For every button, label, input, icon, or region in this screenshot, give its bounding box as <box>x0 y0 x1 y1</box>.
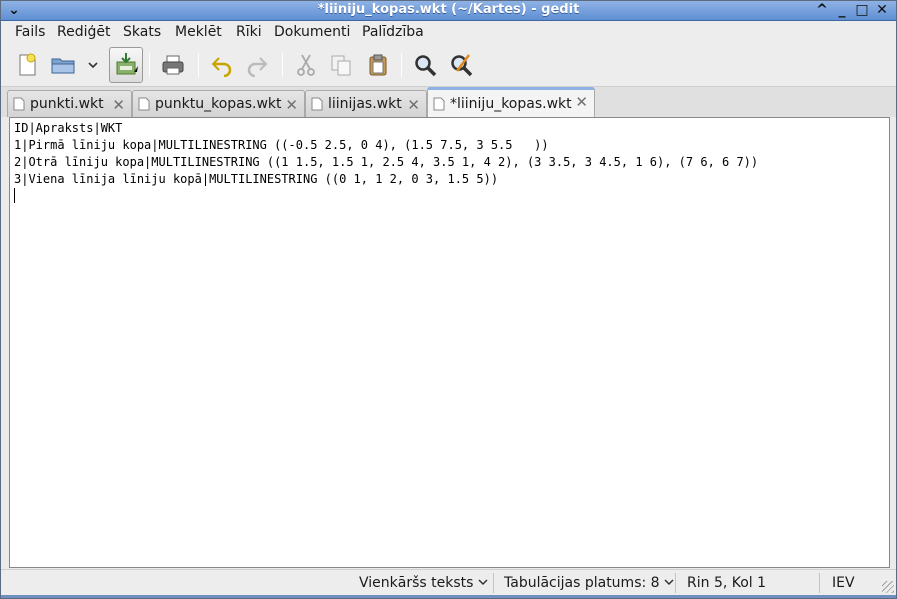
copy-icon[interactable] <box>324 47 358 83</box>
tab-label: punktu_kopas.wkt <box>155 96 282 112</box>
open-folder-icon[interactable] <box>46 47 80 83</box>
search-icon[interactable] <box>408 47 442 83</box>
save-icon[interactable] <box>109 47 143 83</box>
window-bottom-edge <box>1 595 896 598</box>
chevron-down-icon <box>664 579 674 586</box>
search-replace-icon[interactable] <box>444 47 478 83</box>
menu-skats[interactable]: Skats <box>123 23 161 41</box>
menu-palidziba[interactable]: Palīdzība <box>362 23 424 41</box>
paste-icon[interactable] <box>361 47 395 83</box>
menu-riki[interactable]: Rīki <box>236 23 262 41</box>
cut-icon[interactable] <box>289 47 323 83</box>
close-tab-icon[interactable]: ✕ <box>575 93 588 111</box>
redo-icon[interactable] <box>240 47 274 83</box>
title-bar[interactable]: ⌄ *liiniju_kopas.wkt (~/Kartes) - gedit … <box>1 1 896 21</box>
gedit-window: ⌄ *liiniju_kopas.wkt (~/Kartes) - gedit … <box>0 0 897 599</box>
menu-meklet[interactable]: Meklēt <box>175 23 222 41</box>
document-icon <box>13 97 25 111</box>
document-icon <box>311 97 323 111</box>
undo-icon[interactable] <box>205 47 239 83</box>
editor-line: ID|Apraksts|WKT <box>14 121 123 135</box>
tab-liiniju-kopas[interactable]: *liiniju_kopas.wkt ✕ <box>427 87 595 118</box>
text-cursor <box>14 188 15 203</box>
tab-punktu-kopas[interactable]: punktu_kopas.wkt ✕ <box>132 90 305 117</box>
resize-grip[interactable] <box>882 581 894 593</box>
menu-bar: Fails Rediģēt Skats Meklēt Rīki Dokument… <box>1 21 896 43</box>
language-selector[interactable]: Vienkāršs teksts <box>359 574 488 592</box>
language-label: Vienkāršs teksts <box>359 575 474 591</box>
chevron-down-icon <box>478 579 488 586</box>
document-icon <box>138 97 150 111</box>
maximize-icon[interactable]: □ <box>853 2 871 19</box>
tab-label: liinijas.wkt <box>328 96 402 112</box>
tab-label: *liiniju_kopas.wkt <box>450 96 572 112</box>
menu-dokumenti[interactable]: Dokumenti <box>274 23 350 41</box>
tab-bar: punkti.wkt ✕ punktu_kopas.wkt ✕ liinijas… <box>1 87 896 118</box>
tab-width-label: Tabulācijas platums: <box>504 575 647 591</box>
insert-mode: IEV <box>832 575 855 591</box>
tab-width-selector[interactable]: Tabulācijas platums: 8 <box>504 574 674 592</box>
minimize-icon[interactable]: _ <box>833 2 851 19</box>
menu-fails[interactable]: Fails <box>15 23 45 41</box>
text-editor[interactable]: ID|Apraksts|WKT 1|Pirmā līniju kopa|MULT… <box>9 117 890 568</box>
close-tab-icon[interactable]: ✕ <box>407 96 420 114</box>
shade-icon[interactable]: ^ <box>813 2 831 19</box>
close-tab-icon[interactable]: ✕ <box>285 96 298 114</box>
editor-line: 3|Viena līnija līniju kopā|MULTILINESTRI… <box>14 172 499 186</box>
document-icon <box>433 97 445 111</box>
editor-line: 2|Otrā līniju kopa|MULTILINESTRING ((1 1… <box>14 155 759 169</box>
window-title: *liiniju_kopas.wkt (~/Kartes) - gedit <box>317 2 580 17</box>
editor-line: 1|Pirmā līniju kopa|MULTILINESTRING ((-0… <box>14 138 549 152</box>
close-icon[interactable]: ✕ <box>873 2 891 19</box>
tab-punkti[interactable]: punkti.wkt ✕ <box>7 90 132 117</box>
cursor-position: Rin 5, Kol 1 <box>687 575 767 591</box>
status-bar: Vienkāršs teksts Tabulācijas platums: 8 … <box>1 569 896 595</box>
open-recent-chevron-icon[interactable] <box>79 47 107 83</box>
tab-liinijas[interactable]: liinijas.wkt ✕ <box>305 90 427 117</box>
toolbar <box>1 43 896 87</box>
tab-label: punkti.wkt <box>30 96 104 112</box>
new-document-icon[interactable] <box>10 47 44 83</box>
menu-rediget[interactable]: Rediģēt <box>57 23 110 41</box>
close-tab-icon[interactable]: ✕ <box>112 96 125 114</box>
tab-width-value: 8 <box>650 575 660 591</box>
print-icon[interactable] <box>156 47 190 83</box>
